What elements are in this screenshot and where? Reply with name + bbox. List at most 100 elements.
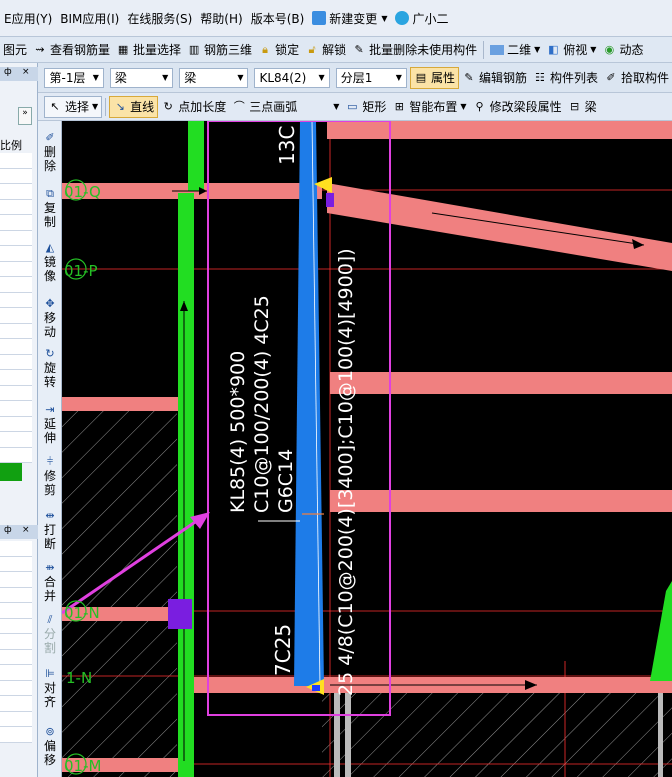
move-tool[interactable]: ✥ 移动 <box>38 297 62 339</box>
grid-row[interactable] <box>0 541 32 557</box>
wall-left[interactable] <box>178 193 194 777</box>
grid-row[interactable] <box>0 665 32 681</box>
type-select[interactable]: 梁 ▼ <box>179 67 249 88</box>
grid-row[interactable] <box>0 727 32 743</box>
merge-tool[interactable]: ⇻ 合并 <box>38 561 62 603</box>
scroll-right-button[interactable]: » <box>18 107 32 125</box>
grid-row[interactable] <box>0 448 32 463</box>
drawing-canvas[interactable]: 01-Q 01-P 01-N 1-N 01-M KL85(4) 500*900 … <box>62 121 672 777</box>
menu-version[interactable]: 版本号(B) <box>247 0 309 36</box>
menu-app[interactable]: E应用(Y) <box>0 0 56 36</box>
rebar-3d-button[interactable]: ▥ 钢筋三维 <box>184 39 255 61</box>
grid-row[interactable] <box>0 339 32 355</box>
grid-row[interactable] <box>0 572 32 588</box>
point-length-button[interactable]: ↻ 点加长度 <box>158 96 229 118</box>
grid-row[interactable] <box>0 696 32 712</box>
beam-right-upper[interactable] <box>330 372 672 394</box>
grid-row[interactable] <box>0 417 32 432</box>
element-button[interactable]: 图元 <box>0 39 30 61</box>
menu-help[interactable]: 帮助(H) <box>196 0 246 36</box>
properties-button[interactable]: ▤ 属性 <box>409 66 459 89</box>
grid-row[interactable] <box>0 200 32 215</box>
rect-button[interactable]: ▭ 矩形 <box>342 96 389 118</box>
floor-select[interactable]: 第-1层 ▼ <box>44 67 104 88</box>
axis-bubble-q[interactable]: 01-Q <box>64 179 101 201</box>
grid-row[interactable] <box>0 246 32 262</box>
menu-assistant[interactable]: 广小二 <box>391 0 452 36</box>
grid-row[interactable] <box>0 432 32 448</box>
menu-new-change[interactable]: 新建变更 ▼ <box>308 0 391 36</box>
2d-dropdown[interactable]: 二维 ▼ <box>487 39 543 61</box>
grid-row[interactable] <box>0 308 32 324</box>
delete-tool[interactable]: ✐ 删除 <box>38 131 62 173</box>
grid-row[interactable] <box>0 184 32 200</box>
grid-row[interactable] <box>0 355 32 370</box>
grid-row[interactable] <box>0 262 32 277</box>
modify-segment-button[interactable]: ⚲ 修改梁段属性 <box>470 96 565 118</box>
grid-row[interactable] <box>0 603 32 619</box>
category-select[interactable]: 梁 ▼ <box>109 67 174 88</box>
grid-row[interactable] <box>0 588 32 603</box>
beam-button[interactable]: ⊟ 梁 <box>565 96 600 118</box>
mirror-tool[interactable]: ◭ 镜像 <box>38 241 62 283</box>
grip-top-handle[interactable] <box>326 193 334 207</box>
close-icon[interactable]: × <box>22 67 30 77</box>
grid-row[interactable] <box>0 293 32 308</box>
align-tool[interactable]: ⊫ 对齐 <box>38 667 62 709</box>
rotate-tool[interactable]: ↻ 旋转 <box>38 347 62 389</box>
axis-bubble-1n[interactable]: 1-N <box>66 669 92 687</box>
beam-top[interactable] <box>327 121 672 139</box>
grid-row[interactable] <box>0 634 32 650</box>
extend-tool[interactable]: ⇥ 延伸 <box>38 403 62 445</box>
view-rebar-button[interactable]: ⇝ 查看钢筋量 <box>30 39 113 61</box>
grid-row[interactable] <box>0 401 32 417</box>
select-button[interactable]: ↖ 选择 ▼ <box>44 95 103 118</box>
beam-right-lower[interactable] <box>330 490 672 512</box>
batch-select-button[interactable]: ▦ 批量选择 <box>113 39 184 61</box>
trim-tool[interactable]: ⫩ 修剪 <box>38 455 62 497</box>
dynamic-button[interactable]: ◉ 动态 <box>599 39 646 61</box>
grid-row[interactable] <box>0 153 32 169</box>
close-icon[interactable]: × <box>22 525 30 535</box>
offset-tool[interactable]: ⊚ 偏移 <box>38 725 62 767</box>
grid-row[interactable] <box>0 370 32 386</box>
component-list-button[interactable]: ☷ 构件列表 <box>530 67 601 89</box>
menu-bim[interactable]: BIM应用(I) <box>56 0 123 36</box>
grid-row[interactable] <box>0 324 32 339</box>
beam-left-mid[interactable] <box>62 397 184 411</box>
arc-button[interactable]: ⌒ 三点画弧 ▼ <box>229 96 342 118</box>
break-tool[interactable]: ⇹ 打断 <box>38 509 62 551</box>
axis-bubble-n[interactable]: 01-N <box>64 600 100 622</box>
column-purple[interactable] <box>168 599 192 629</box>
wall-right[interactable] <box>650 581 672 681</box>
split-tool[interactable]: ⫽ 分割 <box>38 613 62 655</box>
grid-row[interactable] <box>0 619 32 634</box>
wall-top[interactable] <box>188 121 204 191</box>
element-select[interactable]: KL84(2) ▼ <box>254 67 330 88</box>
top-view-dropdown[interactable]: ◧ 俯视 ▼ <box>543 39 599 61</box>
lock-button[interactable]: 🔒︎ 锁定 <box>255 39 302 61</box>
grid-row[interactable] <box>0 215 32 231</box>
line-button[interactable]: ↘ 直线 <box>109 95 159 118</box>
grid-row[interactable] <box>0 277 32 293</box>
grid-row[interactable] <box>0 231 32 246</box>
axis-bubble-m[interactable]: 01-M <box>64 753 101 775</box>
grid-row[interactable] <box>0 712 32 727</box>
grid-row[interactable] <box>0 557 32 572</box>
grid-row[interactable] <box>0 650 32 665</box>
smart-layout-button[interactable]: ⊞ 智能布置 ▼ <box>389 96 469 118</box>
axis-bubble-p[interactable]: 01-P <box>64 258 98 280</box>
grid-row[interactable] <box>0 681 32 696</box>
menu-online[interactable]: 在线服务(S) <box>123 0 196 36</box>
grid-row[interactable] <box>0 386 32 401</box>
grip-bottom-handle[interactable] <box>312 685 320 691</box>
batch-delete-button[interactable]: ✎ 批量删除未使用构件 <box>349 39 480 61</box>
pin-icon[interactable]: ф <box>4 525 12 535</box>
pick-component-button[interactable]: ✐ 拾取构件 <box>601 67 672 89</box>
layer-select[interactable]: 分层1 ▼ <box>335 67 407 88</box>
pin-icon[interactable]: ф <box>4 67 12 77</box>
cad-drawing[interactable]: 01-Q 01-P 01-N 1-N 01-M KL85(4) 500*900 … <box>62 121 672 777</box>
edit-rebar-button[interactable]: ✎ 编辑钢筋 <box>459 67 530 89</box>
grid-row[interactable] <box>0 169 32 184</box>
unlock-button[interactable]: 🔓︎ 解锁 <box>302 39 349 61</box>
